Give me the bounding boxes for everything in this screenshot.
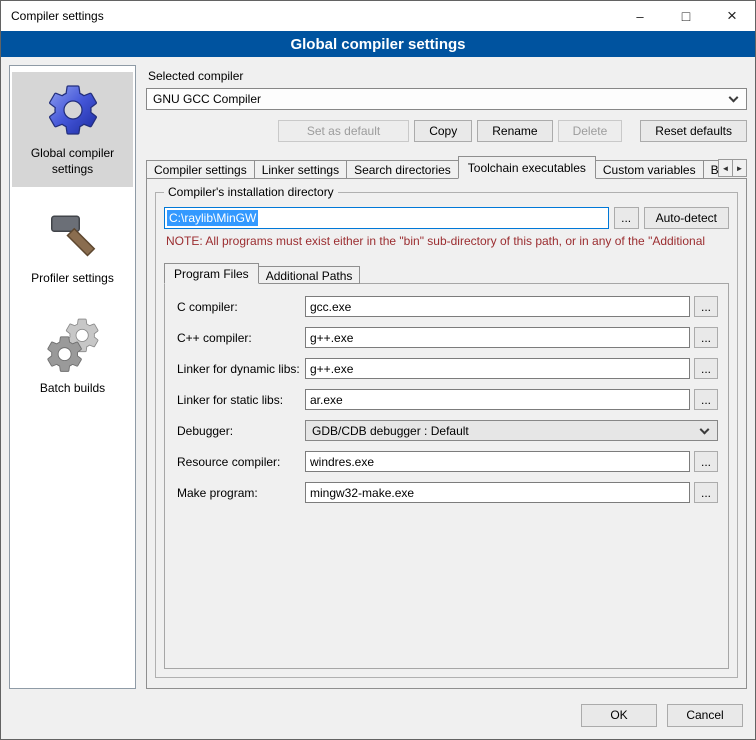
page-title-banner: Global compiler settings xyxy=(1,31,755,57)
resource-compiler-input[interactable] xyxy=(305,451,690,472)
chevron-down-icon xyxy=(700,424,710,434)
cpp-compiler-input[interactable] xyxy=(305,327,690,348)
set-as-default-button: Set as default xyxy=(278,120,409,142)
c-compiler-input[interactable] xyxy=(305,296,690,317)
make-program-label: Make program: xyxy=(177,486,305,500)
linker-dynamic-input[interactable] xyxy=(305,358,690,379)
linker-static-browse-button[interactable]: ... xyxy=(694,389,718,410)
c-compiler-row: C compiler: ... xyxy=(177,296,718,317)
dialog-content: Global compiler settings Profiler settin… xyxy=(1,57,755,699)
make-program-browse-button[interactable]: ... xyxy=(694,482,718,503)
subtab-additional-paths[interactable]: Additional Paths xyxy=(258,266,361,284)
reset-defaults-button[interactable]: Reset defaults xyxy=(640,120,747,142)
minimize-button[interactable]: – xyxy=(617,1,663,31)
tab-search-directories[interactable]: Search directories xyxy=(346,160,459,179)
debugger-combo[interactable]: GDB/CDB debugger : Default xyxy=(305,420,718,441)
subtab-program-files[interactable]: Program Files xyxy=(164,263,259,284)
c-compiler-browse-button[interactable]: ... xyxy=(694,296,718,317)
debugger-label: Debugger: xyxy=(177,424,305,438)
compiler-settings-main: Selected compiler GNU GCC Compiler Set a… xyxy=(146,65,747,689)
tab-scroll-right-button[interactable]: ► xyxy=(732,159,747,177)
debugger-value: GDB/CDB debugger : Default xyxy=(312,424,469,438)
selected-compiler-value: GNU GCC Compiler xyxy=(153,92,261,106)
window-titlebar: Compiler settings – □ × xyxy=(1,1,755,31)
window-title: Compiler settings xyxy=(1,1,617,31)
ok-button[interactable]: OK xyxy=(581,704,657,727)
copy-button[interactable]: Copy xyxy=(414,120,472,142)
delete-button: Delete xyxy=(558,120,623,142)
sidebar-item-profiler-settings[interactable]: Profiler settings xyxy=(12,197,133,297)
linker-dynamic-browse-button[interactable]: ... xyxy=(694,358,718,379)
install-dir-input[interactable]: C:\raylib\MinGW xyxy=(164,207,609,229)
linker-static-row: Linker for static libs: ... xyxy=(177,389,718,410)
tab-compiler-settings[interactable]: Compiler settings xyxy=(146,160,255,179)
resource-compiler-browse-button[interactable]: ... xyxy=(694,451,718,472)
cpp-compiler-label: C++ compiler: xyxy=(177,331,305,345)
cpp-compiler-row: C++ compiler: ... xyxy=(177,327,718,348)
c-compiler-label: C compiler: xyxy=(177,300,305,314)
linker-static-label: Linker for static libs: xyxy=(177,393,305,407)
sidebar-item-label: Profiler settings xyxy=(31,271,114,287)
debugger-row: Debugger: GDB/CDB debugger : Default xyxy=(177,420,718,441)
tab-toolchain-executables[interactable]: Toolchain executables xyxy=(458,156,596,179)
compiler-gear-icon xyxy=(43,80,103,140)
maximize-button[interactable]: □ xyxy=(663,1,709,31)
sidebar-item-label: Global compiler settings xyxy=(14,146,131,177)
resource-compiler-row: Resource compiler: ... xyxy=(177,451,718,472)
settings-tabstrip: Compiler settings Linker settings Search… xyxy=(146,156,747,179)
program-files-panel: C compiler: ... C++ compiler: ... Linker… xyxy=(164,283,729,669)
cancel-button[interactable]: Cancel xyxy=(667,704,743,727)
tab-scroll-left-button[interactable]: ◄ xyxy=(718,159,733,177)
tab-scroll-buttons: ◄ ► xyxy=(719,159,747,177)
installation-directory-group: Compiler's installation directory C:\ray… xyxy=(155,185,738,678)
make-program-row: Make program: ... xyxy=(177,482,718,503)
linker-dynamic-row: Linker for dynamic libs: ... xyxy=(177,358,718,379)
linker-dynamic-label: Linker for dynamic libs: xyxy=(177,362,305,376)
sidebar-item-label: Batch builds xyxy=(40,381,105,397)
tab-custom-variables[interactable]: Custom variables xyxy=(595,160,704,179)
install-dir-row: C:\raylib\MinGW ... Auto-detect xyxy=(164,207,729,229)
sidebar-item-global-compiler-settings[interactable]: Global compiler settings xyxy=(12,72,133,187)
program-files-subtabstrip: Program Files Additional Paths xyxy=(164,263,729,284)
selected-compiler-label: Selected compiler xyxy=(148,69,747,83)
resource-compiler-label: Resource compiler: xyxy=(177,455,305,469)
tab-list: Compiler settings Linker settings Search… xyxy=(146,156,747,179)
tab-linker-settings[interactable]: Linker settings xyxy=(254,160,347,179)
selected-compiler-combo[interactable]: GNU GCC Compiler xyxy=(146,88,747,110)
settings-category-sidebar: Global compiler settings Profiler settin… xyxy=(9,65,136,689)
close-button[interactable]: × xyxy=(709,1,755,31)
cpp-compiler-browse-button[interactable]: ... xyxy=(694,327,718,348)
dialog-footer: OK Cancel xyxy=(1,699,755,739)
install-dir-browse-button[interactable]: ... xyxy=(614,207,639,229)
note-text: NOTE: All programs must exist either in … xyxy=(166,234,729,248)
subtab-list: Program Files Additional Paths xyxy=(164,263,729,284)
install-dir-selected-text: C:\raylib\MinGW xyxy=(167,210,258,226)
make-program-input[interactable] xyxy=(305,482,690,503)
compiler-action-buttons: Set as default Copy Rename Delete Reset … xyxy=(146,120,747,142)
installation-directory-group-title: Compiler's installation directory xyxy=(164,185,338,199)
linker-static-input[interactable] xyxy=(305,389,690,410)
profiler-tool-icon xyxy=(43,205,103,265)
sidebar-item-batch-builds[interactable]: Batch builds xyxy=(12,307,133,407)
batch-builds-gears-icon xyxy=(43,315,103,375)
auto-detect-button[interactable]: Auto-detect xyxy=(644,207,729,229)
toolchain-executables-panel: Compiler's installation directory C:\ray… xyxy=(146,178,747,689)
rename-button[interactable]: Rename xyxy=(477,120,552,142)
chevron-down-icon xyxy=(729,93,739,103)
